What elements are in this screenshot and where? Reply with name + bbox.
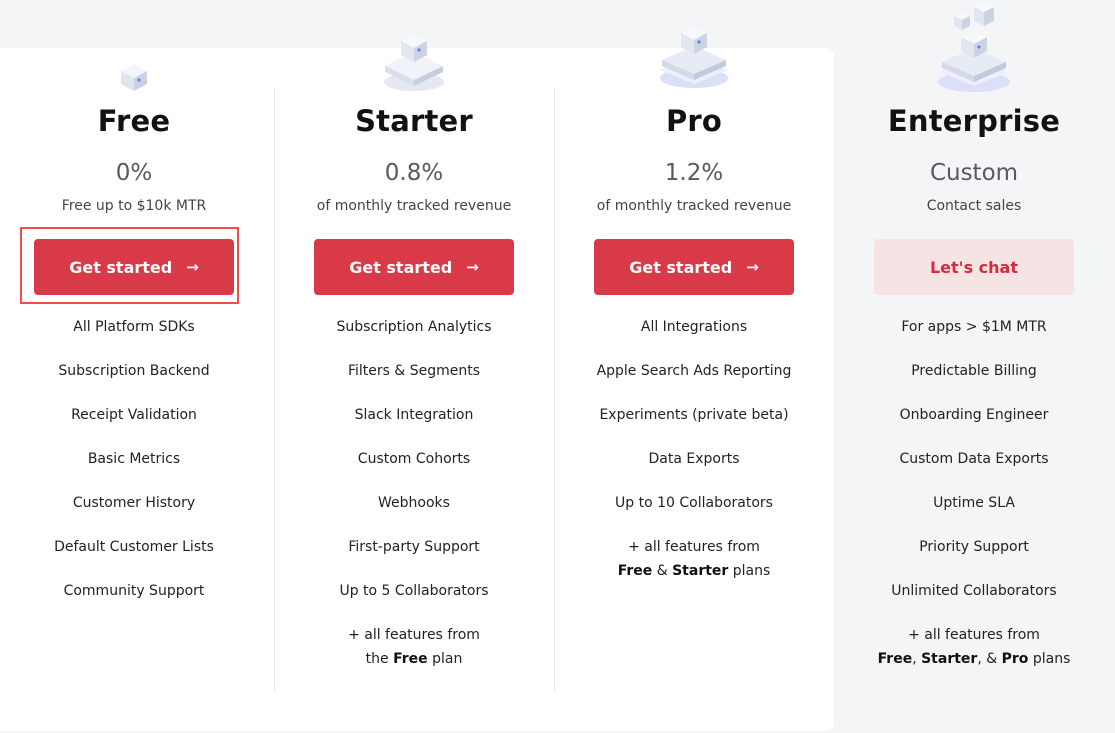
plan-column-starter: Starter 0.8% of monthly tracked revenue … <box>274 0 554 733</box>
cta-label: Get started <box>69 257 173 277</box>
plan-price: 0% <box>115 160 153 186</box>
inherit-line-1: + all features from <box>628 539 760 555</box>
feature-inherit-note: + all features from the Free plan <box>274 623 554 667</box>
inherit-post: plans <box>1028 651 1071 667</box>
plan-name: Starter <box>355 104 473 138</box>
plan-subtitle: of monthly tracked revenue <box>316 198 512 214</box>
feature-item: Onboarding Engineer <box>899 407 1049 423</box>
plan-subtitle: Free up to $10k MTR <box>61 198 207 214</box>
inherit-sep: , <box>912 651 922 667</box>
feature-item: Subscription Backend <box>58 363 210 379</box>
arrow-right-icon: → <box>466 258 479 276</box>
feature-item: Community Support <box>63 583 205 599</box>
plan-subtitle: Contact sales <box>926 198 1022 214</box>
feature-item: Filters & Segments <box>347 363 481 379</box>
feature-item: Custom Cohorts <box>357 451 471 467</box>
feature-item: Webhooks <box>378 495 450 511</box>
feature-list: All Integrations Apple Search Ads Report… <box>554 318 834 579</box>
feature-item: First-party Support <box>348 539 480 555</box>
feature-item: Up to 10 Collaborators <box>615 495 773 511</box>
feature-item: Default Customer Lists <box>54 539 214 555</box>
plan-price: Custom <box>929 160 1019 186</box>
feature-item: All Integrations <box>640 319 748 335</box>
inherit-plan-free: Free <box>617 563 653 579</box>
feature-item: Slack Integration <box>354 407 474 423</box>
stacked-cubes-tower-icon <box>834 0 1114 96</box>
feature-item: Unlimited Collaborators <box>891 583 1057 599</box>
feature-item: For apps > $1M MTR <box>901 319 1047 335</box>
inherit-plan-starter: Starter <box>921 651 978 667</box>
cube-on-platform-icon <box>274 30 554 94</box>
feature-inherit-note: + all features from Free, Starter, & Pro… <box>834 623 1114 667</box>
feature-item: Customer History <box>72 495 196 511</box>
feature-item: Up to 5 Collaborators <box>339 583 489 599</box>
feature-inherit-note: + all features from Free & Starter plans <box>554 535 834 579</box>
cta-label: Get started <box>349 257 453 277</box>
plan-column-enterprise: Enterprise Custom Contact sales Let's ch… <box>834 0 1114 733</box>
cta-label: Let's chat <box>929 257 1018 277</box>
plan-name: Pro <box>665 104 723 138</box>
feature-item: Subscription Analytics <box>336 319 492 335</box>
plan-price: 0.8% <box>384 160 444 186</box>
plan-subtitle: of monthly tracked revenue <box>596 198 792 214</box>
arrow-right-icon: → <box>746 258 759 276</box>
feature-item: Uptime SLA <box>933 495 1015 511</box>
feature-item: Priority Support <box>919 539 1029 555</box>
inherit-plan-free: Free <box>393 651 428 667</box>
inherit-sep: , & <box>977 651 1002 667</box>
feature-item: Experiments (private beta) <box>599 407 789 423</box>
feature-list: For apps > $1M MTR Predictable Billing O… <box>834 318 1114 667</box>
inherit-line-1: + all features from <box>908 627 1040 643</box>
inherit-line-2-post: plan <box>427 651 463 667</box>
inherit-post: plans <box>728 563 771 579</box>
small-cube-icon <box>0 62 274 92</box>
feature-item: Apple Search Ads Reporting <box>596 363 792 379</box>
plan-column-pro: Pro 1.2% of monthly tracked revenue Get … <box>554 0 834 733</box>
inherit-plan-starter: Starter <box>672 563 729 579</box>
cta-label: Get started <box>629 257 733 277</box>
get-started-button-starter[interactable]: Get started → <box>314 239 514 295</box>
plan-name: Free <box>97 104 171 138</box>
plan-name: Enterprise <box>887 104 1061 138</box>
feature-list: All Platform SDKs Subscription Backend R… <box>0 318 274 626</box>
feature-item: Predictable Billing <box>911 363 1037 379</box>
plan-price: 1.2% <box>664 160 724 186</box>
feature-item: All Platform SDKs <box>73 319 195 335</box>
inherit-plan-free: Free <box>877 651 913 667</box>
inherit-sep: & <box>652 563 673 579</box>
inherit-line-1: + all features from <box>348 627 480 643</box>
get-started-button-free[interactable]: Get started → <box>34 239 234 295</box>
feature-list: Subscription Analytics Filters & Segment… <box>274 318 554 667</box>
inherit-plan-pro: Pro <box>1001 651 1029 667</box>
get-started-button-pro[interactable]: Get started → <box>594 239 794 295</box>
feature-item: Data Exports <box>648 451 740 467</box>
cube-on-stacked-platform-icon <box>554 12 834 92</box>
feature-item: Receipt Validation <box>71 407 197 423</box>
feature-item: Basic Metrics <box>87 451 181 467</box>
lets-chat-button[interactable]: Let's chat <box>874 239 1074 295</box>
inherit-line-2-pre: the <box>365 651 394 667</box>
feature-item: Custom Data Exports <box>899 451 1049 467</box>
arrow-right-icon: → <box>186 258 199 276</box>
plan-column-free: Free 0% Free up to $10k MTR Get started … <box>0 0 274 733</box>
